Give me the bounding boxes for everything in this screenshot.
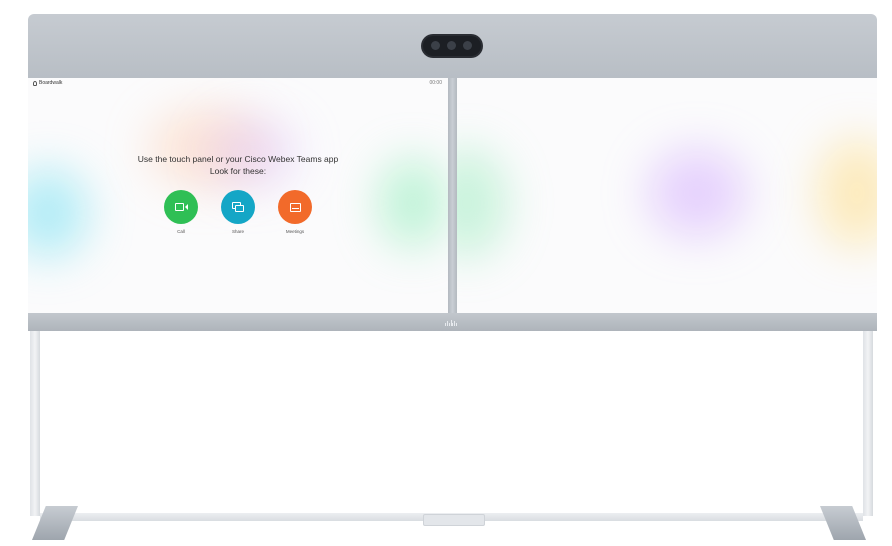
meetings-action[interactable]: Meetings <box>265 190 325 234</box>
stand-leg-right <box>863 331 873 516</box>
instructions: Use the touch panel or your Cisco Webex … <box>28 153 448 177</box>
left-screen: Boardwalk 00:00 Use the touch panel or y… <box>28 78 448 313</box>
call-action[interactable]: Call <box>151 190 211 234</box>
stand-leg-left <box>30 331 40 516</box>
camera-lens <box>431 41 440 50</box>
share-action[interactable]: Share <box>208 190 268 234</box>
screen-divider <box>448 78 457 313</box>
share-label: Share <box>231 229 244 234</box>
stand-foot-right <box>820 506 866 540</box>
camera-icon <box>423 36 481 56</box>
room-name-label: Boardwalk <box>39 80 63 86</box>
share-screen-icon <box>232 202 244 212</box>
clock: 00:00 <box>429 80 442 86</box>
glow <box>28 168 88 258</box>
call-button[interactable] <box>164 190 198 224</box>
right-screen <box>457 78 877 313</box>
meetings-icon <box>289 202 301 212</box>
instruction-line-2: Look for these: <box>209 166 267 176</box>
glow <box>647 148 747 238</box>
meetings-button[interactable] <box>278 190 312 224</box>
instruction-line-1: Use the touch panel or your Cisco Webex … <box>137 154 339 164</box>
glow <box>457 148 507 258</box>
glow <box>817 138 877 248</box>
camera-icon <box>174 203 188 211</box>
camera-lens <box>447 41 456 50</box>
cisco-logo-icon <box>445 316 458 326</box>
room-name: Boardwalk <box>33 80 62 86</box>
call-label: Call <box>177 229 185 234</box>
lightbulb-icon <box>33 80 37 86</box>
camera-lens <box>463 41 472 50</box>
stand-center-bracket <box>423 514 485 526</box>
share-button[interactable] <box>221 190 255 224</box>
meetings-label: Meetings <box>285 229 305 234</box>
